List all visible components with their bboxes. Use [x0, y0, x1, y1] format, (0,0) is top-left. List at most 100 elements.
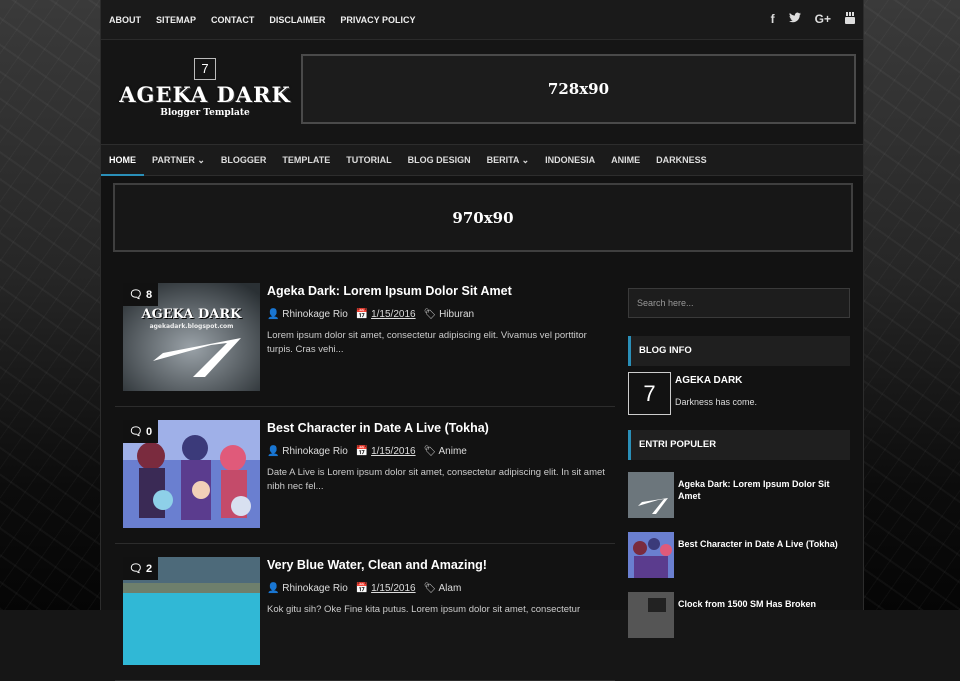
tag-icon: 🏷 [423, 446, 437, 457]
facebook-icon[interactable]: f [771, 12, 775, 27]
menu-item-blogger[interactable]: BLOGGER [213, 144, 275, 176]
topnav-disclaimer[interactable]: DISCLAIMER [269, 15, 325, 25]
comment-count: 2 [146, 563, 153, 575]
post-title[interactable]: Ageka Dark: Lorem Ipsum Dolor Sit Amet [267, 284, 512, 298]
social-links: f G+ [771, 12, 855, 27]
popular-post-thumbnail[interactable] [628, 532, 674, 578]
label-meta[interactable]: 🏷 Anime [424, 446, 467, 457]
site-logo[interactable]: 7 AGEKA DARK Blogger Template [119, 58, 291, 118]
comment-icon: 🗨 [129, 563, 143, 575]
google-plus-icon[interactable]: G+ [815, 12, 831, 27]
blog-name: AGEKA DARK [675, 375, 743, 386]
popular-post-title[interactable]: Ageka Dark: Lorem Ipsum Dolor Sit Amet [678, 478, 850, 502]
author-meta[interactable]: 👤 Rhinokage Rio [267, 309, 348, 320]
menu-item-tutorial[interactable]: TUTORIAL [338, 144, 399, 176]
calendar-icon: 📅 [355, 446, 369, 457]
user-icon: 👤 [267, 583, 280, 594]
user-icon: 👤 [267, 446, 280, 457]
menu-item-home[interactable]: HOME [101, 144, 144, 176]
blog-info-widget: 7 AGEKA DARK Darkness has come. [628, 372, 850, 422]
menu-item-template[interactable]: TEMPLATE [274, 144, 338, 176]
post-item: AGEKA DARK agekadark.blogspot.com 🗨 8 Ag… [115, 270, 615, 407]
post-label: Alam [438, 583, 462, 594]
calendar-icon: 📅 [355, 309, 369, 320]
user-icon: 👤 [267, 309, 280, 320]
youtube-icon[interactable] [845, 12, 855, 27]
post-author: Rhinokage Rio [282, 309, 348, 320]
topnav-about[interactable]: ABOUT [109, 15, 141, 25]
topnav-contact[interactable]: CONTACT [211, 15, 254, 25]
post-meta: 👤 Rhinokage Rio 📅 1/15/2016 🏷 Anime [267, 446, 467, 457]
logo-subtitle: Blogger Template [160, 108, 250, 118]
post-label: Hiburan [439, 309, 475, 320]
popular-post-thumbnail[interactable] [628, 472, 674, 518]
popular-post-thumbnail[interactable] [628, 592, 674, 638]
date-meta[interactable]: 📅 1/15/2016 [356, 583, 416, 594]
tag-icon: 🏷 [423, 309, 437, 320]
label-meta[interactable]: 🏷 Alam [424, 583, 462, 594]
post-title[interactable]: Very Blue Water, Clean and Amazing! [267, 558, 487, 572]
search-input[interactable]: Search here... [628, 288, 850, 318]
comment-count-badge: 🗨 0 [123, 420, 159, 443]
sidebar: Search here... BLOG INFO 7 AGEKA DARK Da… [628, 288, 850, 652]
menu-item-anime[interactable]: ANIME [603, 144, 648, 176]
post-thumbnail[interactable]: 🗨 0 [123, 420, 260, 528]
post-author: Rhinokage Rio [282, 583, 348, 594]
comment-count-badge: 🗨 2 [123, 557, 159, 580]
post-label: Anime [438, 446, 467, 457]
menu-item-berita[interactable]: BERITA ⌄ [479, 144, 538, 176]
blog-logo-icon: 7 [628, 372, 671, 415]
menu-item-indonesia[interactable]: INDONESIA [537, 144, 603, 176]
post-item: 🗨 0 Best Character in Date A Live (Tokha… [115, 407, 615, 544]
page-wrapper: ABOUT SITEMAP CONTACT DISCLAIMER PRIVACY… [100, 0, 864, 681]
menu-item-blog-design[interactable]: BLOG DESIGN [400, 144, 479, 176]
post-thumbnail[interactable]: AGEKA DARK agekadark.blogspot.com 🗨 8 [123, 283, 260, 391]
popular-post-item[interactable]: Ageka Dark: Lorem Ipsum Dolor Sit Amet [628, 472, 850, 532]
top-bar: ABOUT SITEMAP CONTACT DISCLAIMER PRIVACY… [101, 0, 863, 40]
comment-count-badge: 🗨 8 [123, 283, 159, 306]
tag-icon: 🏷 [423, 583, 437, 594]
post-date: 1/15/2016 [371, 446, 416, 457]
author-meta[interactable]: 👤 Rhinokage Rio [267, 446, 348, 457]
thumbnail-logo-url: agekadark.blogspot.com [149, 323, 234, 330]
post-title[interactable]: Best Character in Date A Live (Tokha) [267, 421, 489, 435]
post-date: 1/15/2016 [371, 583, 416, 594]
widget-title-popular: ENTRI POPULER [628, 430, 850, 460]
post-snippet: Lorem ipsum dolor sit amet, consectetur … [267, 330, 587, 355]
logo-title: AGEKA DARK [119, 82, 291, 107]
blog-description: Darkness has come. [675, 397, 758, 407]
popular-post-item[interactable]: Best Character in Date A Live (Tokha) [628, 532, 850, 592]
post-snippet: Date A Live is Lorem ipsum dolor sit ame… [267, 467, 605, 492]
post-meta: 👤 Rhinokage Rio 📅 1/15/2016 🏷 Alam [267, 583, 461, 594]
wide-ad-banner[interactable]: 970x90 [113, 183, 853, 252]
menu-item-partner[interactable]: PARTNER ⌄ [144, 144, 213, 176]
date-meta[interactable]: 📅 1/15/2016 [356, 446, 416, 457]
thumbnail-logo-text: AGEKA DARK [141, 307, 242, 322]
date-meta[interactable]: 📅 1/15/2016 [356, 309, 416, 320]
comment-icon: 🗨 [129, 289, 143, 301]
post-author: Rhinokage Rio [282, 446, 348, 457]
topnav-sitemap[interactable]: SITEMAP [156, 15, 196, 25]
twitter-icon[interactable] [788, 12, 801, 27]
post-list: AGEKA DARK agekadark.blogspot.com 🗨 8 Ag… [115, 270, 615, 681]
popular-post-item[interactable]: Clock from 1500 SM Has Broken [628, 592, 850, 652]
label-meta[interactable]: 🏷 Hiburan [424, 309, 475, 320]
popular-post-title[interactable]: Best Character in Date A Live (Tokha) [678, 538, 850, 550]
topnav-privacy-policy[interactable]: PRIVACY POLICY [340, 15, 415, 25]
popular-post-title[interactable]: Clock from 1500 SM Has Broken [678, 598, 850, 610]
calendar-icon: 📅 [355, 583, 369, 594]
post-snippet: Kok gitu sih? Oke Fine kita putus. Lorem… [267, 604, 581, 615]
post-meta: 👤 Rhinokage Rio 📅 1/15/2016 🏷 Hiburan [267, 309, 474, 320]
post-item: 🗨 2 Very Blue Water, Clean and Amazing! … [115, 544, 615, 681]
header-ad-banner[interactable]: 728x90 [301, 54, 856, 124]
comment-icon: 🗨 [129, 426, 143, 438]
author-meta[interactable]: 👤 Rhinokage Rio [267, 583, 348, 594]
widget-title-blog-info: BLOG INFO [628, 336, 850, 366]
comment-count: 8 [146, 289, 153, 301]
menu-item-darkness[interactable]: DARKNESS [648, 144, 715, 176]
logo-mark-icon: 7 [194, 58, 216, 80]
site-header: 7 AGEKA DARK Blogger Template 728x90 [101, 40, 863, 144]
post-thumbnail[interactable]: 🗨 2 [123, 557, 260, 665]
post-date: 1/15/2016 [371, 309, 416, 320]
comment-count: 0 [146, 426, 153, 438]
